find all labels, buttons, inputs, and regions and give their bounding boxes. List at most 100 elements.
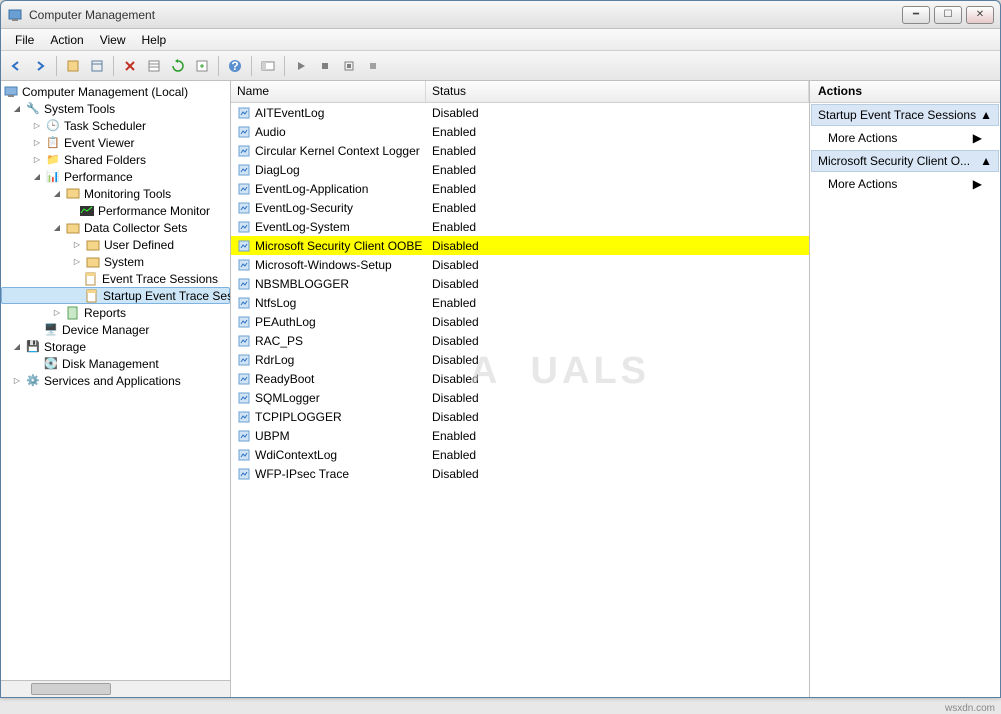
- column-name[interactable]: Name: [231, 81, 426, 102]
- list-row[interactable]: NBSMBLOGGERDisabled: [231, 274, 809, 293]
- export-button[interactable]: [191, 55, 213, 77]
- list-body[interactable]: AITEventLogDisabledAudioEnabledCircular …: [231, 103, 809, 697]
- list-button[interactable]: [143, 55, 165, 77]
- list-row[interactable]: Microsoft-Windows-SetupDisabled: [231, 255, 809, 274]
- expander-icon[interactable]: ▷: [71, 239, 83, 251]
- tree-task-scheduler[interactable]: ▷ 🕒 Task Scheduler: [1, 117, 230, 134]
- list-cell-name: WFP-IPsec Trace: [231, 467, 426, 481]
- action-more-2[interactable]: More Actions ▶: [810, 173, 1000, 195]
- tree-disk-management[interactable]: 💽 Disk Management: [1, 355, 230, 372]
- trace-file-icon: [237, 448, 251, 462]
- list-row[interactable]: UBPMEnabled: [231, 426, 809, 445]
- trace-file-icon: [237, 353, 251, 367]
- tree-event-viewer[interactable]: ▷ 📋 Event Viewer: [1, 134, 230, 151]
- tree-system[interactable]: ▷ System: [1, 253, 230, 270]
- tree-storage[interactable]: ◢ 💾 Storage: [1, 338, 230, 355]
- expander-icon[interactable]: ◢: [11, 103, 23, 115]
- action-group-startup[interactable]: Startup Event Trace Sessions ▲: [811, 104, 999, 126]
- list-row[interactable]: WFP-IPsec TraceDisabled: [231, 464, 809, 483]
- list-row[interactable]: RdrLogDisabled: [231, 350, 809, 369]
- tree-device-manager[interactable]: 🖥️ Device Manager: [1, 321, 230, 338]
- list-row[interactable]: WdiContextLogEnabled: [231, 445, 809, 464]
- help-button[interactable]: ?: [224, 55, 246, 77]
- expander-icon[interactable]: ◢: [11, 341, 23, 353]
- tree-user-defined[interactable]: ▷ User Defined: [1, 236, 230, 253]
- refresh-button[interactable]: [167, 55, 189, 77]
- trace-file-icon: [237, 182, 251, 196]
- list-row[interactable]: EventLog-SecurityEnabled: [231, 198, 809, 217]
- list-row[interactable]: AudioEnabled: [231, 122, 809, 141]
- list-row[interactable]: TCPIPLOGGERDisabled: [231, 407, 809, 426]
- list-row[interactable]: EventLog-ApplicationEnabled: [231, 179, 809, 198]
- delete-button[interactable]: [119, 55, 141, 77]
- menu-view[interactable]: View: [92, 31, 134, 49]
- trace-icon: [83, 271, 99, 287]
- tree-label: Shared Folders: [64, 153, 146, 167]
- tree-startup-event-trace-sessions[interactable]: Startup Event Trace Sessions: [1, 287, 230, 304]
- tree-label: Task Scheduler: [64, 119, 146, 133]
- expander-icon[interactable]: ◢: [51, 222, 63, 234]
- list-row[interactable]: Circular Kernel Context LoggerEnabled: [231, 141, 809, 160]
- play-button[interactable]: [290, 55, 312, 77]
- tree-root[interactable]: Computer Management (Local): [1, 83, 230, 100]
- forward-button[interactable]: [29, 55, 51, 77]
- expander-icon[interactable]: ▷: [31, 137, 43, 149]
- show-hide-tree-button[interactable]: [62, 55, 84, 77]
- record-button[interactable]: [338, 55, 360, 77]
- tree-monitoring-tools[interactable]: ◢ Monitoring Tools: [1, 185, 230, 202]
- content-area: Computer Management (Local) ◢ 🔧 System T…: [1, 81, 1000, 697]
- list-row[interactable]: RAC_PSDisabled: [231, 331, 809, 350]
- close-button[interactable]: ✕: [966, 6, 994, 24]
- computer-management-window: Computer Management ━ ☐ ✕ File Action Vi…: [0, 0, 1001, 698]
- tree-services-apps[interactable]: ▷ ⚙️ Services and Applications: [1, 372, 230, 389]
- menu-action[interactable]: Action: [42, 31, 91, 49]
- expander-icon[interactable]: ◢: [51, 188, 63, 200]
- list-row[interactable]: DiagLogEnabled: [231, 160, 809, 179]
- horizontal-scrollbar[interactable]: [1, 680, 230, 697]
- tree-reports[interactable]: ▷ Reports: [1, 304, 230, 321]
- action-label: More Actions: [828, 131, 897, 145]
- expander-icon[interactable]: ▷: [51, 307, 63, 319]
- back-button[interactable]: [5, 55, 27, 77]
- expander-icon[interactable]: ▷: [71, 256, 83, 268]
- list-cell-status: Enabled: [426, 182, 476, 196]
- tree-data-collector-sets[interactable]: ◢ Data Collector Sets: [1, 219, 230, 236]
- performance-icon: 📊: [45, 169, 61, 185]
- expander-icon[interactable]: ◢: [31, 171, 43, 183]
- menu-file[interactable]: File: [7, 31, 42, 49]
- scrollbar-thumb[interactable]: [31, 683, 111, 695]
- list-cell-name: DiagLog: [231, 163, 426, 177]
- tree-event-trace-sessions[interactable]: Event Trace Sessions: [1, 270, 230, 287]
- stop-button[interactable]: [314, 55, 336, 77]
- maximize-button[interactable]: ☐: [934, 6, 962, 24]
- tree-body[interactable]: Computer Management (Local) ◢ 🔧 System T…: [1, 81, 230, 680]
- column-status[interactable]: Status: [426, 81, 809, 102]
- action-group-selected[interactable]: Microsoft Security Client O... ▲: [811, 150, 999, 172]
- minimize-button[interactable]: ━: [902, 6, 930, 24]
- tree-performance[interactable]: ◢ 📊 Performance: [1, 168, 230, 185]
- expander-icon[interactable]: ▷: [11, 375, 23, 387]
- menu-help[interactable]: Help: [134, 31, 175, 49]
- expander-icon[interactable]: ▷: [31, 154, 43, 166]
- stop2-button[interactable]: [362, 55, 384, 77]
- action-more-1[interactable]: More Actions ▶: [810, 127, 1000, 149]
- tree-perf-monitor[interactable]: Performance Monitor: [1, 202, 230, 219]
- list-row[interactable]: AITEventLogDisabled: [231, 103, 809, 122]
- list-cell-name: RAC_PS: [231, 334, 426, 348]
- tree-system-tools[interactable]: ◢ 🔧 System Tools: [1, 100, 230, 117]
- list-row[interactable]: Microsoft Security Client OOBEDisabled: [231, 236, 809, 255]
- list-row[interactable]: ReadyBootDisabled: [231, 369, 809, 388]
- titlebar[interactable]: Computer Management ━ ☐ ✕: [1, 1, 1000, 29]
- list-row[interactable]: NtfsLogEnabled: [231, 293, 809, 312]
- event-icon: 📋: [45, 135, 61, 151]
- properties-button[interactable]: [86, 55, 108, 77]
- list-row[interactable]: EventLog-SystemEnabled: [231, 217, 809, 236]
- list-row[interactable]: SQMLoggerDisabled: [231, 388, 809, 407]
- list-row[interactable]: PEAuthLogDisabled: [231, 312, 809, 331]
- list-cell-name: Circular Kernel Context Logger: [231, 144, 426, 158]
- tree-shared-folders[interactable]: ▷ 📁 Shared Folders: [1, 151, 230, 168]
- tree-label: Disk Management: [62, 357, 159, 371]
- expander-icon[interactable]: ▷: [31, 120, 43, 132]
- trace-file-icon: [237, 372, 251, 386]
- console-button[interactable]: [257, 55, 279, 77]
